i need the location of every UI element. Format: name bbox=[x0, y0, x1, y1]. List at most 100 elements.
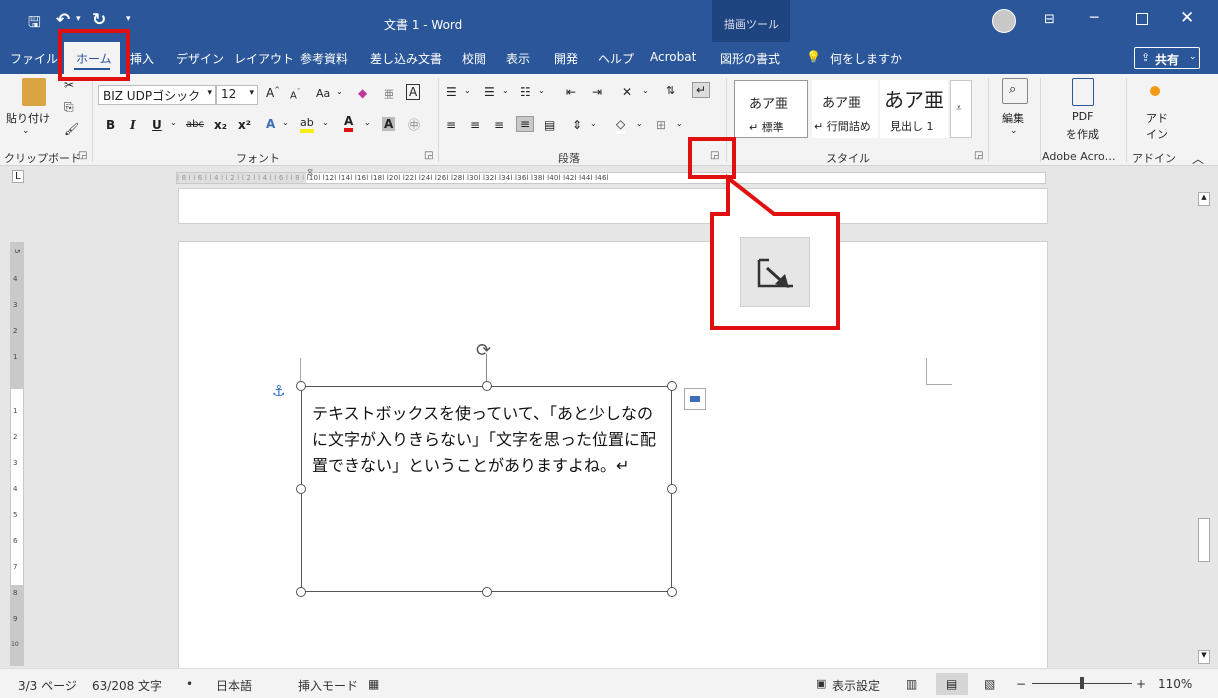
multilevel-list-icon[interactable]: ☷ bbox=[520, 85, 531, 99]
grow-font-icon[interactable]: A^ bbox=[266, 86, 280, 100]
enclose-characters-icon[interactable]: ㊥ bbox=[408, 116, 420, 133]
format-painter-icon[interactable]: 🖌 bbox=[64, 122, 79, 136]
zoom-out-button[interactable]: − bbox=[1016, 677, 1026, 691]
undo-icon[interactable]: ↶ bbox=[56, 10, 70, 30]
character-shading-icon[interactable]: A bbox=[382, 117, 396, 131]
resize-handle[interactable] bbox=[296, 587, 306, 597]
chevron-down-icon[interactable]: ⌄ bbox=[502, 86, 509, 95]
collapse-ribbon-icon[interactable]: ︿ bbox=[1192, 150, 1204, 167]
share-button[interactable]: ⇪ 共有 ⌄ bbox=[1134, 47, 1200, 69]
underline-button[interactable]: U bbox=[152, 118, 162, 132]
text-box[interactable]: テキストボックスを使っていて、「あと少しなのに文字が入りきらない」「文字を思った… bbox=[301, 386, 672, 592]
macro-record-icon[interactable]: ▦ bbox=[368, 677, 379, 691]
style-heading-1[interactable]: あア亜 見出し 1 bbox=[880, 80, 948, 138]
minimize-icon[interactable]: ─ bbox=[1090, 10, 1098, 26]
create-pdf-icon[interactable] bbox=[1072, 78, 1094, 106]
chevron-down-icon[interactable]: ⌄ bbox=[336, 87, 343, 96]
tab-acrobat[interactable]: Acrobat bbox=[650, 50, 696, 64]
customize-qat-icon[interactable]: ▾ bbox=[126, 14, 131, 24]
shading-icon[interactable]: ◇ bbox=[616, 117, 626, 134]
justify-icon[interactable]: ≡ bbox=[516, 116, 535, 132]
resize-handle[interactable] bbox=[667, 484, 677, 494]
styles-gallery-more-button[interactable]: ⩡ bbox=[950, 80, 972, 138]
highlight-color-icon[interactable]: ab bbox=[300, 116, 314, 133]
tab-view[interactable]: 表示 bbox=[506, 50, 530, 67]
close-icon[interactable]: ✕ bbox=[1180, 8, 1194, 28]
align-left-icon[interactable]: ≡ bbox=[446, 118, 456, 132]
print-layout-icon[interactable]: ▤ bbox=[936, 673, 968, 695]
chevron-down-icon[interactable]: ⌄ bbox=[676, 119, 683, 128]
tab-insert[interactable]: 挿入 bbox=[130, 50, 154, 67]
read-mode-icon[interactable]: ▥ bbox=[906, 677, 917, 691]
tab-mailings[interactable]: 差し込み文書 bbox=[370, 50, 442, 67]
page-count[interactable]: 3/3 ページ bbox=[18, 677, 77, 694]
tab-shape-format[interactable]: 図形の書式 bbox=[720, 50, 780, 67]
zoom-slider-thumb[interactable] bbox=[1080, 677, 1084, 689]
language-indicator[interactable]: 日本語 bbox=[216, 677, 252, 694]
tab-help[interactable]: ヘルプ bbox=[598, 50, 634, 67]
resize-handle[interactable] bbox=[296, 484, 306, 494]
editing-button[interactable]: 編集 bbox=[1002, 110, 1024, 126]
scroll-thumb[interactable] bbox=[1198, 518, 1210, 562]
resize-handle[interactable] bbox=[667, 381, 677, 391]
insert-mode-indicator[interactable]: 挿入モード bbox=[298, 677, 358, 694]
chevron-down-icon[interactable]: ⌄ bbox=[322, 118, 329, 127]
distributed-icon[interactable]: ▤ bbox=[544, 118, 555, 132]
addin-icon[interactable] bbox=[1150, 86, 1160, 96]
align-right-icon[interactable]: ≡ bbox=[494, 118, 504, 132]
numbering-icon[interactable]: ☰ bbox=[484, 85, 495, 99]
chevron-down-icon[interactable]: ⌄ bbox=[538, 86, 545, 95]
borders-icon[interactable]: ⊞ bbox=[656, 118, 666, 132]
redo-icon[interactable]: ↻ bbox=[92, 10, 106, 30]
resize-handle[interactable] bbox=[667, 587, 677, 597]
clipboard-launcher-icon[interactable]: ◲ bbox=[78, 150, 87, 161]
font-name-select[interactable]: BIZ UDPゴシック ▾ bbox=[98, 85, 216, 105]
clear-formatting-icon[interactable]: ◆ bbox=[358, 86, 367, 100]
create-pdf-label-1[interactable]: PDF bbox=[1072, 110, 1093, 123]
tab-review[interactable]: 校閲 bbox=[462, 50, 486, 67]
line-spacing-icon[interactable]: ⇕ bbox=[572, 118, 582, 132]
chevron-down-icon[interactable]: ⌄ bbox=[1010, 126, 1018, 136]
asian-layout-icon[interactable]: ✕ bbox=[622, 85, 632, 99]
sort-icon[interactable]: ⇅ bbox=[666, 84, 675, 97]
create-pdf-label-2[interactable]: を作成 bbox=[1066, 126, 1099, 142]
tell-me-box[interactable]: 何をしますか bbox=[830, 50, 902, 67]
font-size-select[interactable]: 12 ▾ bbox=[216, 85, 258, 105]
web-layout-icon[interactable]: ▧ bbox=[984, 677, 995, 691]
font-launcher-icon[interactable]: ◲ bbox=[424, 150, 433, 161]
word-count[interactable]: 63/208 文字 bbox=[92, 677, 162, 694]
addin-label-2[interactable]: イン bbox=[1146, 126, 1168, 142]
phonetic-guide-icon[interactable]: 亜 bbox=[384, 86, 394, 101]
show-formatting-marks-icon[interactable]: ↵ bbox=[692, 82, 711, 98]
resize-handle[interactable] bbox=[482, 381, 492, 391]
rotate-handle-icon[interactable]: ⟳ bbox=[476, 340, 491, 361]
decrease-indent-icon[interactable]: ⇤ bbox=[566, 85, 576, 99]
addin-label-1[interactable]: アド bbox=[1146, 110, 1168, 126]
superscript-button[interactable]: x² bbox=[238, 118, 251, 132]
tab-design[interactable]: デザイン bbox=[176, 50, 224, 67]
bullets-icon[interactable]: ☰ bbox=[446, 85, 457, 99]
display-settings-button[interactable]: 表示設定 bbox=[832, 677, 880, 694]
chevron-down-icon[interactable]: ⌄ bbox=[170, 118, 177, 127]
paste-icon[interactable] bbox=[22, 78, 46, 106]
chevron-down-icon[interactable]: ⌄ bbox=[364, 118, 371, 127]
style-normal[interactable]: あア亜 ↵ 標準 bbox=[734, 80, 808, 138]
strikethrough-button[interactable]: abc bbox=[186, 119, 204, 130]
resize-handle[interactable] bbox=[296, 381, 306, 391]
resize-handle[interactable] bbox=[482, 587, 492, 597]
undo-dropdown-icon[interactable]: ▾ bbox=[76, 14, 81, 24]
zoom-level[interactable]: 110% bbox=[1158, 677, 1192, 691]
maximize-icon[interactable] bbox=[1136, 13, 1148, 25]
vertical-scrollbar[interactable]: ▲ ▼ bbox=[1196, 188, 1212, 668]
chevron-down-icon[interactable]: ⌄ bbox=[464, 86, 471, 95]
layout-options-icon[interactable] bbox=[684, 388, 706, 410]
account-avatar-icon[interactable] bbox=[992, 9, 1016, 33]
copy-icon[interactable]: ⎘ bbox=[64, 100, 74, 115]
subscript-button[interactable]: x₂ bbox=[214, 118, 227, 132]
styles-launcher-icon[interactable]: ◲ bbox=[974, 150, 983, 161]
chevron-down-icon[interactable]: ⌄ bbox=[636, 119, 643, 128]
chevron-down-icon[interactable]: ⌄ bbox=[282, 118, 289, 127]
paste-button[interactable]: 貼り付け bbox=[6, 110, 50, 126]
save-icon[interactable]: 🖫 bbox=[28, 12, 41, 37]
text-box-content[interactable]: テキストボックスを使っていて、「あと少しなのに文字が入りきらない」「文字を思った… bbox=[312, 401, 668, 479]
